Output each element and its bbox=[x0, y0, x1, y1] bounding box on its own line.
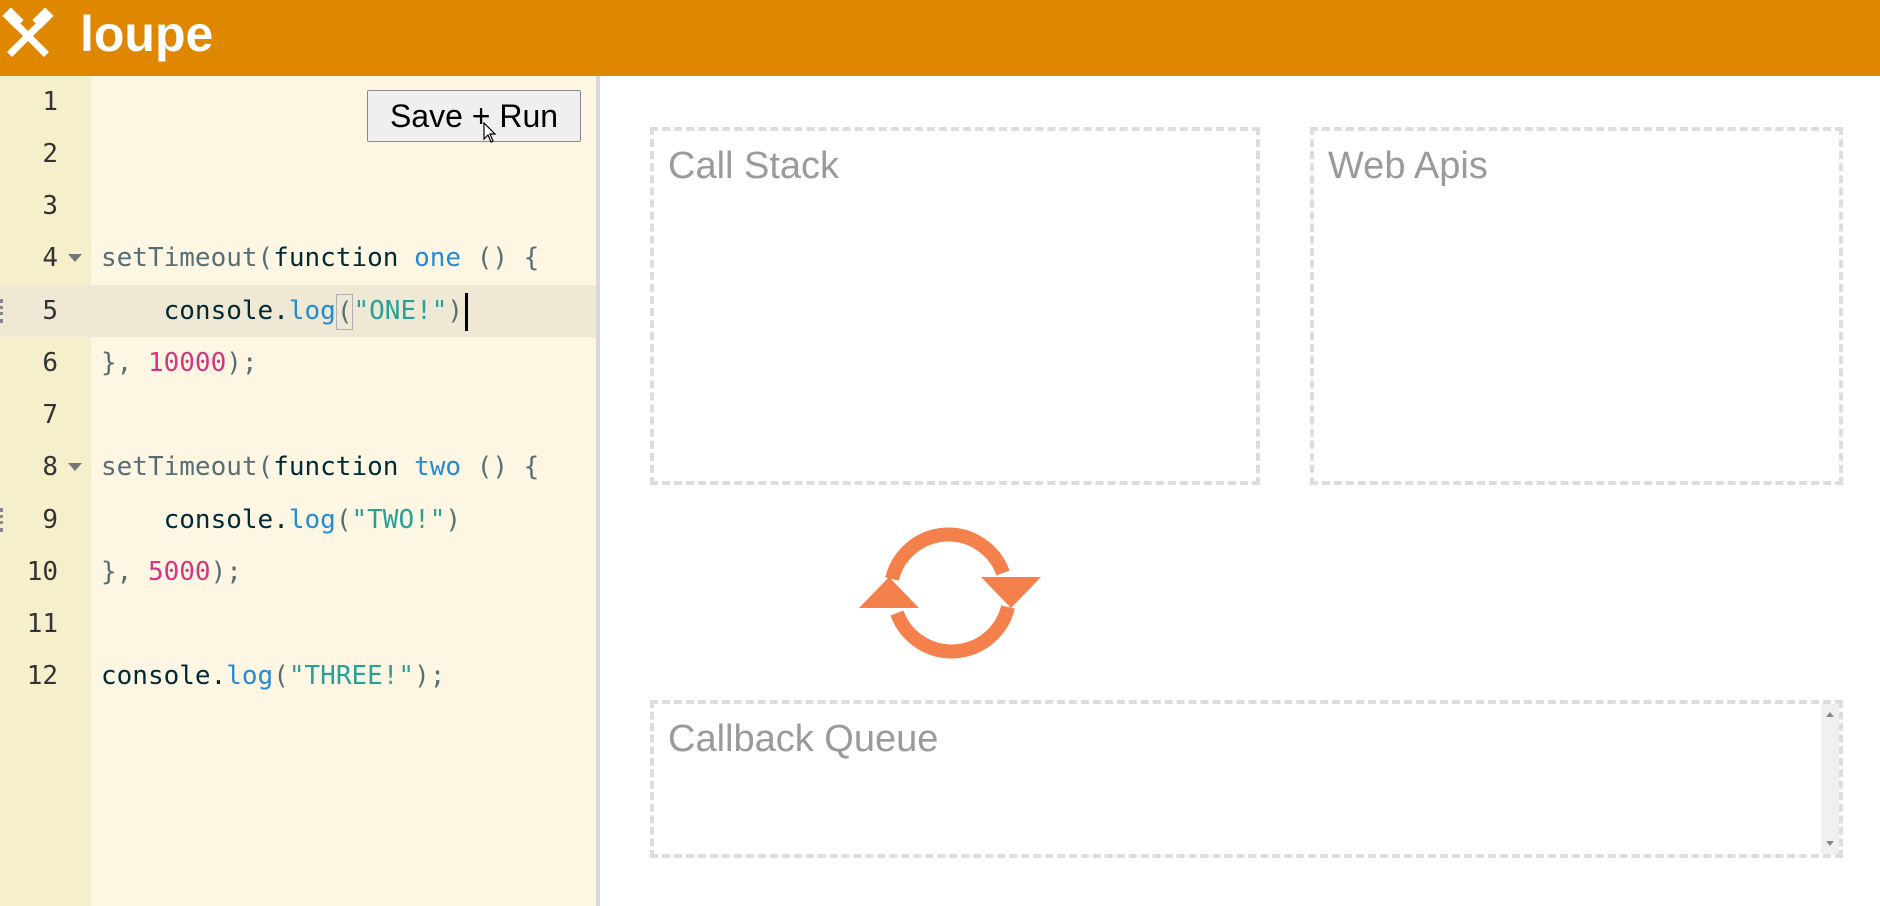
code-text: console.log("TWO!") bbox=[163, 505, 462, 535]
code-text: console.log("THREE!"); bbox=[101, 661, 446, 691]
code-text: setTimeout(function two () { bbox=[101, 452, 540, 482]
line-number: 8 bbox=[42, 452, 58, 482]
save-run-button[interactable]: Save + Run bbox=[367, 90, 581, 142]
code-line[interactable]: 10 }, 5000); bbox=[0, 546, 596, 598]
code-text: }, 10000); bbox=[101, 348, 258, 378]
code-editor[interactable]: 1 2 3 4 setTimeout(function one () { 5 c… bbox=[0, 76, 596, 906]
web-apis-panel: Web Apis bbox=[1310, 127, 1843, 485]
line-number: 4 bbox=[42, 243, 58, 273]
line-number: 1 bbox=[42, 87, 58, 117]
event-loop-refresh-icon bbox=[859, 527, 1041, 659]
code-text: setTimeout(function one () { bbox=[101, 243, 540, 273]
line-number: 5 bbox=[42, 296, 58, 326]
line-number: 10 bbox=[26, 557, 58, 587]
web-apis-title: Web Apis bbox=[1328, 145, 1488, 187]
call-stack-panel: Call Stack bbox=[650, 127, 1260, 485]
scroll-up-icon[interactable] bbox=[1826, 712, 1834, 717]
app-header: loupe bbox=[0, 0, 1880, 76]
code-line[interactable]: 4 setTimeout(function one () { bbox=[0, 232, 596, 284]
line-number: 9 bbox=[42, 505, 58, 535]
scroll-down-icon[interactable] bbox=[1826, 841, 1834, 846]
pane-divider[interactable] bbox=[596, 76, 600, 906]
fold-arrow-icon[interactable] bbox=[68, 463, 82, 471]
line-number: 12 bbox=[26, 661, 58, 691]
code-line[interactable]: 12 console.log("THREE!"); bbox=[0, 650, 596, 702]
code-line[interactable]: 11 bbox=[0, 598, 596, 650]
line-number: 6 bbox=[42, 348, 58, 378]
callback-queue-scrollbar[interactable] bbox=[1821, 704, 1839, 854]
code-text: }, 5000); bbox=[101, 557, 242, 587]
tools-icon[interactable] bbox=[2, 8, 54, 60]
line-number: 3 bbox=[42, 191, 58, 221]
code-line-active[interactable]: 5 console.log("ONE!") bbox=[0, 285, 596, 337]
mouse-pointer-icon bbox=[483, 122, 497, 143]
call-stack-title: Call Stack bbox=[668, 145, 840, 187]
app-title[interactable]: loupe bbox=[80, 4, 213, 64]
code-line[interactable]: 3 bbox=[0, 180, 596, 232]
fold-arrow-icon[interactable] bbox=[68, 254, 82, 262]
code-line[interactable]: 7 bbox=[0, 389, 596, 441]
code-line[interactable]: 6 }, 10000); bbox=[0, 337, 596, 389]
line-number: 11 bbox=[26, 609, 58, 639]
code-line[interactable]: 8 setTimeout(function two () { bbox=[0, 441, 596, 493]
callback-queue-panel[interactable]: Callback Queue bbox=[650, 700, 1843, 858]
code-text: console.log("ONE!") bbox=[101, 285, 469, 337]
line-number: 2 bbox=[42, 139, 58, 169]
text-cursor bbox=[465, 292, 469, 331]
callback-queue-title: Callback Queue bbox=[668, 718, 939, 760]
code-line[interactable]: 9 console.log("TWO!") bbox=[0, 494, 596, 546]
line-number: 7 bbox=[42, 400, 58, 430]
